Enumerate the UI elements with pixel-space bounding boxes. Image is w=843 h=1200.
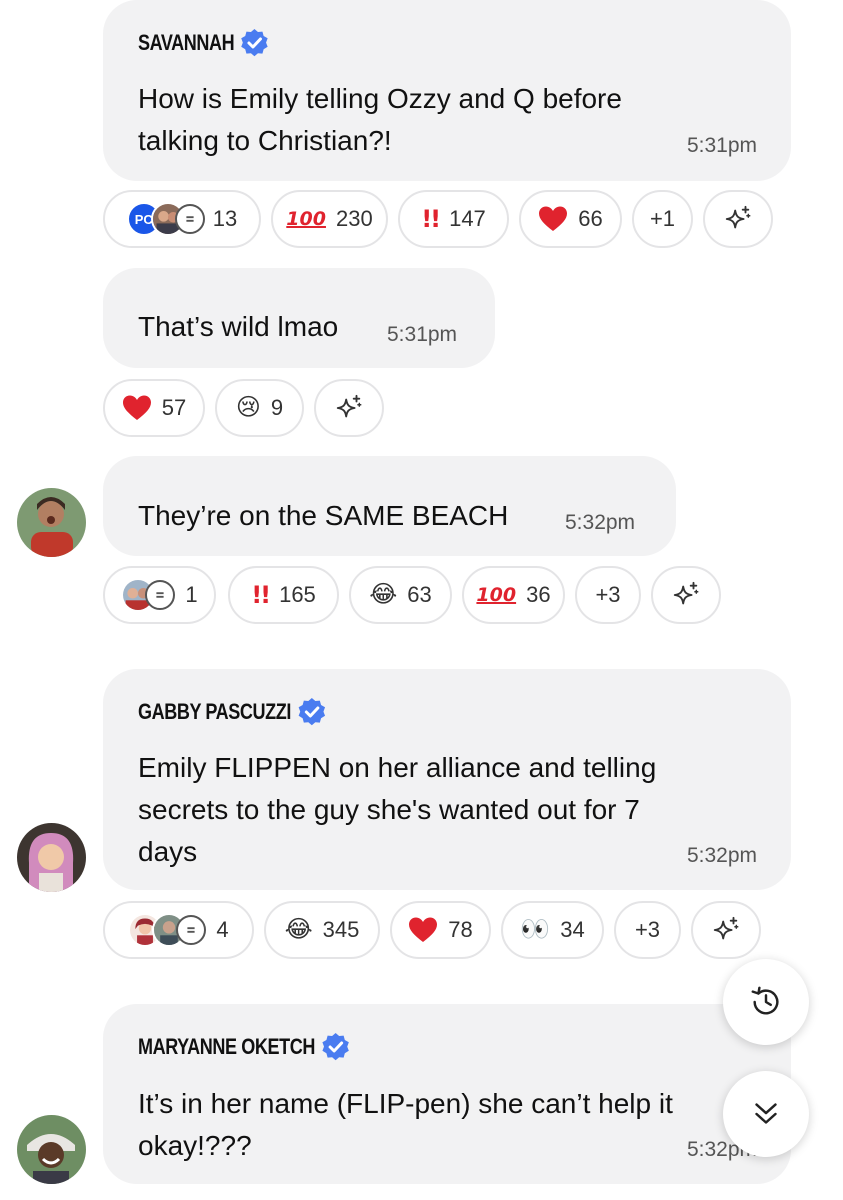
message-text: They’re on the SAME BEACH (138, 500, 509, 531)
scroll-to-bottom-button[interactable] (723, 1071, 809, 1157)
sparkle-icon (713, 916, 739, 940)
message-bubble[interactable]: That’s wild lmao 5:31pm (103, 268, 495, 368)
more-reactions-button[interactable]: +3 (614, 901, 681, 959)
reply-count: 13 (212, 206, 238, 231)
reaction-count: 165 (279, 582, 316, 607)
reaction-tears-of-joy[interactable]: 😂 345 (264, 901, 380, 959)
avatar[interactable] (17, 823, 86, 892)
tears-of-joy-emoji-icon: 😂 (369, 581, 398, 608)
more-count: +3 (595, 582, 621, 607)
history-button[interactable] (723, 959, 809, 1045)
double-chevron-down-icon (755, 1103, 777, 1124)
more-reactions-button[interactable]: +3 (575, 566, 641, 624)
reaction-count: 78 (448, 917, 473, 942)
message-line: talking to Christian?! (138, 125, 392, 156)
hundred-emoji-icon: 100 (476, 583, 517, 606)
red-heart-emoji-icon (408, 916, 438, 944)
reaction-count: 66 (578, 206, 603, 231)
thread-replies-button[interactable]: 1 (103, 566, 216, 624)
message-text: Emily FLIPPEN on her alliance and tellin… (138, 747, 656, 873)
reaction-count: 147 (449, 206, 486, 231)
reaction-count: 63 (407, 582, 432, 607)
reaction-double-exclamation[interactable]: !! 147 (398, 190, 509, 248)
add-reaction-button[interactable] (703, 190, 773, 248)
hundred-emoji-icon: 100 (286, 207, 326, 230)
reaction-hundred[interactable]: 100 36 (462, 566, 565, 624)
reaction-count: 9 (270, 395, 284, 420)
reaction-count: 36 (526, 582, 551, 607)
double-exclamation-emoji-icon: !! (421, 205, 441, 233)
verified-badge-icon (298, 698, 325, 726)
message-line: How is Emily telling Ozzy and Q before (138, 83, 622, 114)
timestamp: 5:31pm (686, 134, 757, 157)
sparkle-icon (336, 394, 362, 418)
reaction-count: 57 (161, 395, 187, 420)
message-bubble[interactable]: SAVANNAH How is Emily telling Ozzy and Q… (103, 0, 791, 181)
avatar[interactable] (17, 1115, 86, 1184)
timestamp: 5:31pm (387, 323, 458, 346)
message-bubble[interactable]: MARYANNE OKETCH It’s in her name (FLIP-p… (103, 1004, 791, 1184)
sparkle-icon (725, 205, 751, 229)
sender-name: MARYANNE OKETCH (138, 1032, 349, 1062)
thread-replies-button[interactable]: 4 (103, 901, 254, 959)
add-reaction-button[interactable] (314, 379, 384, 437)
more-reactions-button[interactable]: +1 (632, 190, 693, 248)
sender-name: SAVANNAH (138, 28, 268, 58)
history-icon (751, 986, 779, 1015)
thread-replies-button[interactable]: PC 13 (103, 190, 261, 248)
message-line: okay!??? (138, 1130, 252, 1161)
tears-of-joy-emoji-icon: 😂 (284, 916, 313, 943)
more-count: +3 (634, 917, 661, 942)
double-exclamation-emoji-icon: !! (251, 581, 271, 609)
verified-badge-icon (241, 29, 268, 57)
sender-name: GABBY PASCUZZI (138, 697, 325, 727)
red-heart-emoji-icon (122, 394, 152, 422)
reply-count: 4 (216, 917, 229, 942)
crying-face-emoji-icon: 😢 (235, 394, 261, 421)
sender-label: GABBY PASCUZZI (138, 699, 291, 724)
reaction-heart[interactable]: 57 (103, 379, 205, 437)
message-text: It’s in her name (FLIP-pen) she can’t he… (138, 1083, 673, 1167)
reaction-heart[interactable]: 66 (519, 190, 622, 248)
message-text: That’s wild lmao (138, 311, 339, 342)
reaction-eyes[interactable]: 👀 34 (501, 901, 604, 959)
reaction-hundred[interactable]: 100 230 (271, 190, 388, 248)
avatar[interactable] (17, 488, 86, 557)
message-line: secrets to the guy she's wanted out for … (138, 794, 640, 825)
reaction-double-exclamation[interactable]: !! 165 (228, 566, 339, 624)
message-bubble[interactable]: GABBY PASCUZZI Emily FLIPPEN on her alli… (103, 669, 791, 890)
reaction-heart[interactable]: 78 (390, 901, 491, 959)
reaction-count: 34 (560, 917, 585, 942)
message-text: How is Emily telling Ozzy and Q before t… (138, 78, 622, 162)
reply-bubble-icon (176, 915, 207, 945)
timestamp: 5:32pm (565, 511, 636, 534)
timestamp: 5:32pm (686, 844, 757, 867)
sender-label: MARYANNE OKETCH (138, 1034, 315, 1059)
eyes-emoji-icon: 👀 (520, 916, 551, 943)
message-bubble[interactable]: They’re on the SAME BEACH 5:32pm (103, 456, 676, 556)
message-line: days (138, 836, 198, 867)
add-reaction-button[interactable] (691, 901, 761, 959)
reply-bubble-icon (174, 204, 205, 234)
reaction-crying[interactable]: 😢 9 (215, 379, 304, 437)
verified-badge-icon (322, 1033, 349, 1061)
sparkle-icon (673, 581, 699, 605)
red-heart-emoji-icon (538, 205, 568, 233)
reaction-count: 230 (335, 206, 373, 231)
message-line: Emily FLIPPEN on her alliance and tellin… (138, 752, 657, 783)
reply-bubble-icon (145, 580, 176, 610)
reaction-tears-of-joy[interactable]: 😂 63 (349, 566, 452, 624)
more-count: +1 (649, 206, 676, 231)
reaction-count: 345 (322, 917, 360, 942)
reply-count: 1 (185, 582, 198, 607)
sender-label: SAVANNAH (138, 30, 235, 55)
message-line: It’s in her name (FLIP-pen) she can’t he… (138, 1088, 673, 1119)
add-reaction-button[interactable] (651, 566, 721, 624)
